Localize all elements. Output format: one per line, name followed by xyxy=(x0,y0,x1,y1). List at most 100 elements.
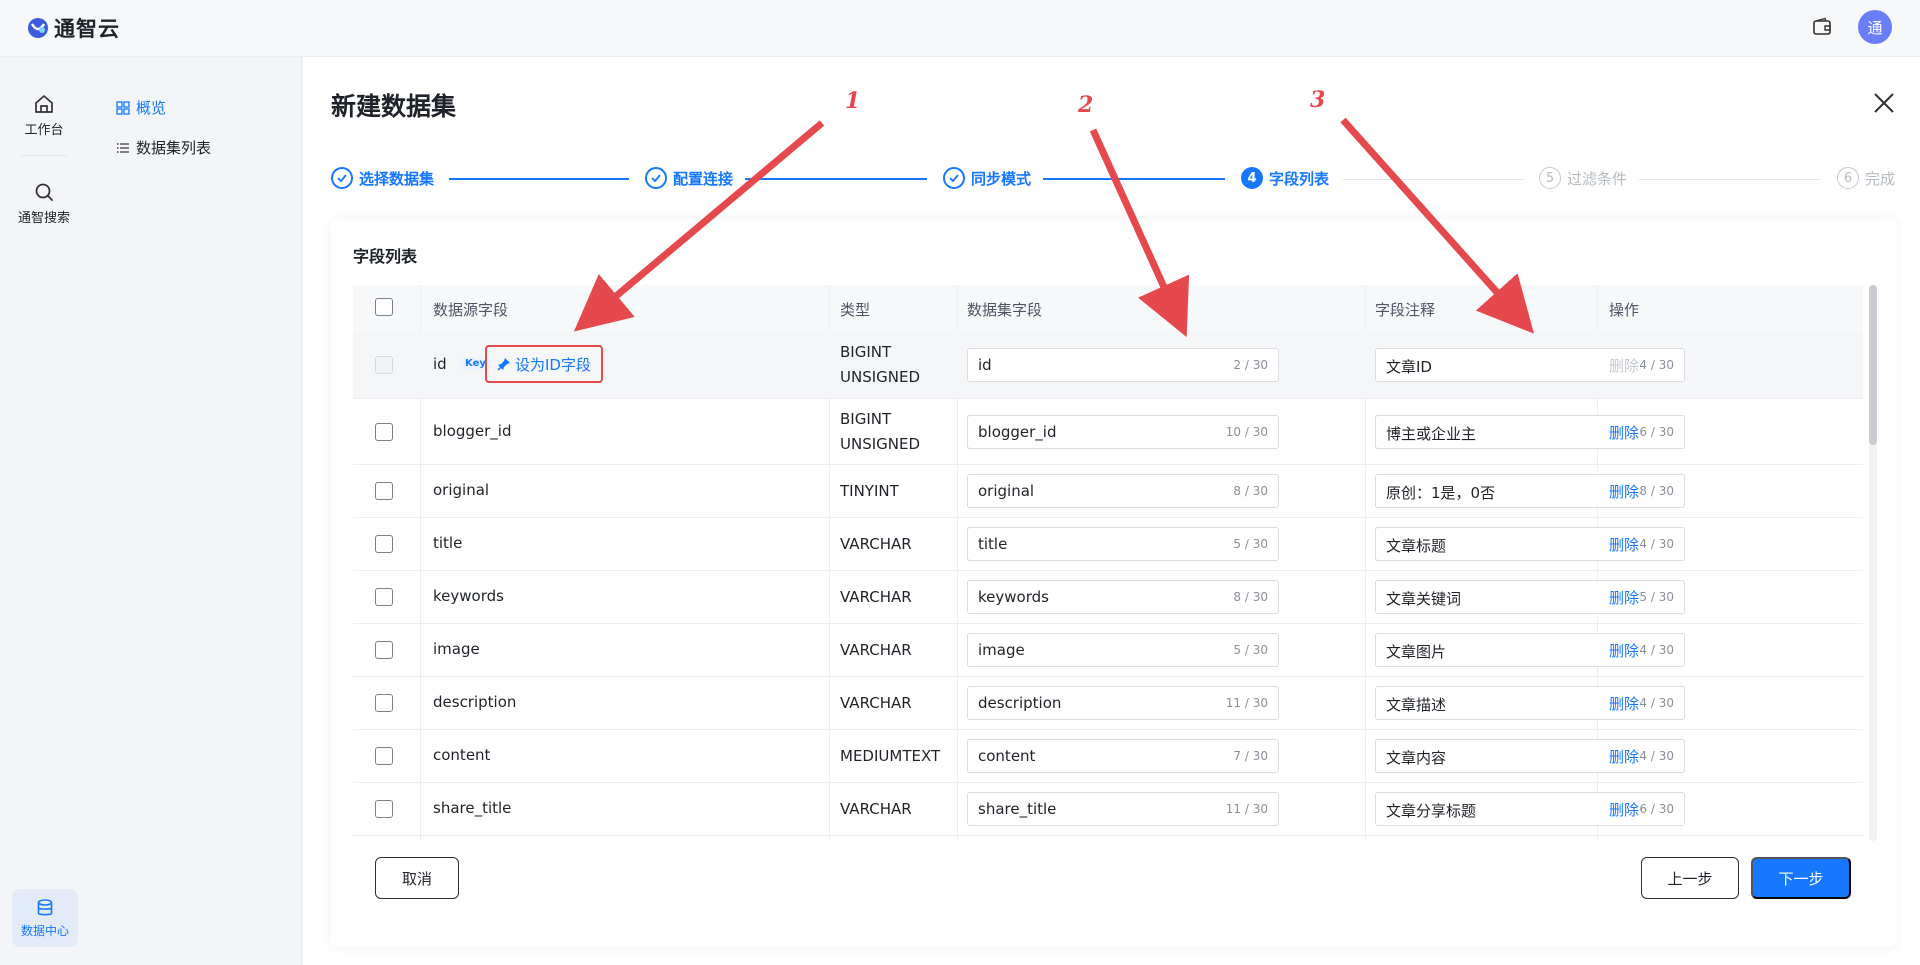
dataset-field-input[interactable]: share_title 11 / 30 xyxy=(967,792,1279,826)
step-label: 选择数据集 xyxy=(359,169,435,188)
char-count: 4 / 30 xyxy=(1639,643,1674,657)
step-connector xyxy=(1043,178,1225,180)
char-count: 8 / 30 xyxy=(1233,484,1268,498)
row-checkbox[interactable] xyxy=(375,641,393,659)
home-icon xyxy=(35,95,53,113)
dataset-field-input[interactable]: original 8 / 30 xyxy=(967,474,1279,508)
input-value: 文章描述 xyxy=(1386,696,1447,714)
wallet-icon[interactable] xyxy=(1812,17,1832,37)
char-count: 4 / 30 xyxy=(1639,358,1674,372)
input-value: title xyxy=(978,535,1008,553)
card-title: 字段列表 xyxy=(353,247,418,266)
delete-button[interactable]: 删除 xyxy=(1609,693,1639,714)
field-type: VARCHAR xyxy=(840,641,912,659)
dataset-field-input[interactable]: id 2 / 30 xyxy=(967,348,1279,382)
step-label: 过滤条件 xyxy=(1567,169,1628,188)
dataset-field-input[interactable]: image 5 / 30 xyxy=(967,633,1279,667)
row-checkbox[interactable] xyxy=(375,800,393,818)
row-checkbox[interactable] xyxy=(375,535,393,553)
logo-icon xyxy=(28,18,48,38)
delete-button[interactable]: 删除 xyxy=(1609,746,1639,767)
char-count: 2 / 30 xyxy=(1233,358,1268,372)
select-all-checkbox[interactable] xyxy=(375,298,393,316)
input-value: 文章标题 xyxy=(1386,537,1447,555)
dataset-field-input[interactable]: description 11 / 30 xyxy=(967,686,1279,720)
step-connector xyxy=(1639,179,1819,180)
top-bar: 通智云 通 xyxy=(0,0,1920,57)
subnav-item-overview[interactable]: 概览 xyxy=(116,97,166,118)
header-source-field: 数据源字段 xyxy=(433,301,509,319)
step-4[interactable]: 4 字段列表 xyxy=(1241,167,1329,189)
input-value: 文章图片 xyxy=(1386,643,1447,661)
close-icon[interactable] xyxy=(1872,91,1896,115)
dataset-field-input[interactable]: title 5 / 30 xyxy=(967,527,1279,561)
dataset-field-input[interactable]: content 7 / 30 xyxy=(967,739,1279,773)
delete-button[interactable]: 删除 xyxy=(1609,587,1639,608)
char-count: 4 / 30 xyxy=(1639,537,1674,551)
field-list-card: 字段列表 数据源字段 类型 数据集字段 字段注释 操作 id Key 设为ID字… xyxy=(331,219,1897,947)
subnav-item-dataset-list[interactable]: 数据集列表 xyxy=(116,137,211,158)
input-value: 文章ID xyxy=(1386,358,1432,376)
table-row: blogger_id BIGINT UNSIGNED blogger_id 10… xyxy=(353,399,1863,465)
delete-button[interactable]: 删除 xyxy=(1609,640,1639,661)
field-type: VARCHAR xyxy=(840,588,912,606)
header-action: 操作 xyxy=(1609,301,1640,319)
left-rail: 工作台 通智搜索 数据中心 xyxy=(0,57,88,965)
row-checkbox[interactable] xyxy=(375,588,393,606)
table-row: image VARCHAR image 5 / 30 文章图片 4 / 30 删… xyxy=(353,624,1863,677)
source-field: keywords xyxy=(433,587,504,605)
annotation-number-2: 2 xyxy=(1078,92,1094,118)
char-count: 4 / 30 xyxy=(1639,749,1674,763)
next-step-button[interactable]: 下一步 xyxy=(1751,857,1851,899)
set-id-field-button[interactable]: 设为ID字段 xyxy=(485,345,603,383)
char-count: 11 / 30 xyxy=(1225,696,1268,710)
input-value: blogger_id xyxy=(978,423,1057,441)
check-icon xyxy=(943,167,965,189)
input-value: 文章关键词 xyxy=(1386,590,1462,608)
delete-button[interactable]: 删除 xyxy=(1609,422,1639,443)
step-5[interactable]: 5 过滤条件 xyxy=(1539,167,1627,189)
delete-button[interactable]: 删除 xyxy=(1609,481,1639,502)
input-value: 文章分享标题 xyxy=(1386,802,1477,820)
step-2[interactable]: 配置连接 xyxy=(645,167,733,189)
row-checkbox[interactable] xyxy=(375,423,393,441)
row-checkbox[interactable] xyxy=(375,747,393,765)
source-field: original xyxy=(433,481,490,499)
delete-button[interactable]: 删除 xyxy=(1609,534,1639,555)
dataset-field-input[interactable]: keywords 8 / 30 xyxy=(967,580,1279,614)
database-icon xyxy=(37,898,53,915)
user-avatar[interactable]: 通 xyxy=(1858,10,1892,44)
char-count: 7 / 30 xyxy=(1233,749,1268,763)
step-6[interactable]: 6 完成 xyxy=(1837,167,1895,189)
row-checkbox[interactable] xyxy=(375,482,393,500)
table-row: content MEDIUMTEXT content 7 / 30 文章内容 4… xyxy=(353,730,1863,783)
step-1[interactable]: 选择数据集 xyxy=(331,167,434,189)
step-number: 6 xyxy=(1837,167,1859,189)
row-checkbox[interactable] xyxy=(375,694,393,712)
row-checkbox xyxy=(375,356,393,374)
char-count: 5 / 30 xyxy=(1233,537,1268,551)
delete-button[interactable]: 删除 xyxy=(1609,799,1639,820)
input-value: image xyxy=(978,641,1025,659)
rail-item-workbench[interactable]: 工作台 xyxy=(0,93,88,138)
table-row: title VARCHAR title 5 / 30 文章标题 4 / 30 删… xyxy=(353,518,1863,571)
table-scrollbar[interactable] xyxy=(1869,285,1877,841)
input-value: 原创：1是，0否 xyxy=(1386,484,1496,502)
field-type: VARCHAR xyxy=(840,694,912,712)
table-header: 数据源字段 类型 数据集字段 字段注释 操作 xyxy=(353,285,1863,331)
dataset-field-input[interactable]: blogger_id 10 / 30 xyxy=(967,415,1279,449)
field-type: MEDIUMTEXT xyxy=(840,747,941,765)
delete-button[interactable]: 删除 xyxy=(1609,355,1639,376)
source-field: blogger_id xyxy=(433,422,512,440)
cancel-button[interactable]: 取消 xyxy=(375,857,459,899)
app-logo[interactable]: 通智云 xyxy=(26,13,120,43)
prev-step-button[interactable]: 上一步 xyxy=(1641,857,1739,899)
rail-item-data-center[interactable]: 数据中心 xyxy=(12,889,78,947)
sub-nav: 概览 数据集列表 xyxy=(88,57,302,965)
rail-item-search[interactable]: 通智搜索 xyxy=(0,181,88,226)
scrollbar-thumb[interactable] xyxy=(1869,285,1877,445)
step-3[interactable]: 同步模式 xyxy=(943,167,1031,189)
table-row: description VARCHAR description 11 / 30 … xyxy=(353,677,1863,730)
field-type: BIGINT UNSIGNED xyxy=(840,343,921,386)
char-count: 11 / 30 xyxy=(1225,802,1268,816)
